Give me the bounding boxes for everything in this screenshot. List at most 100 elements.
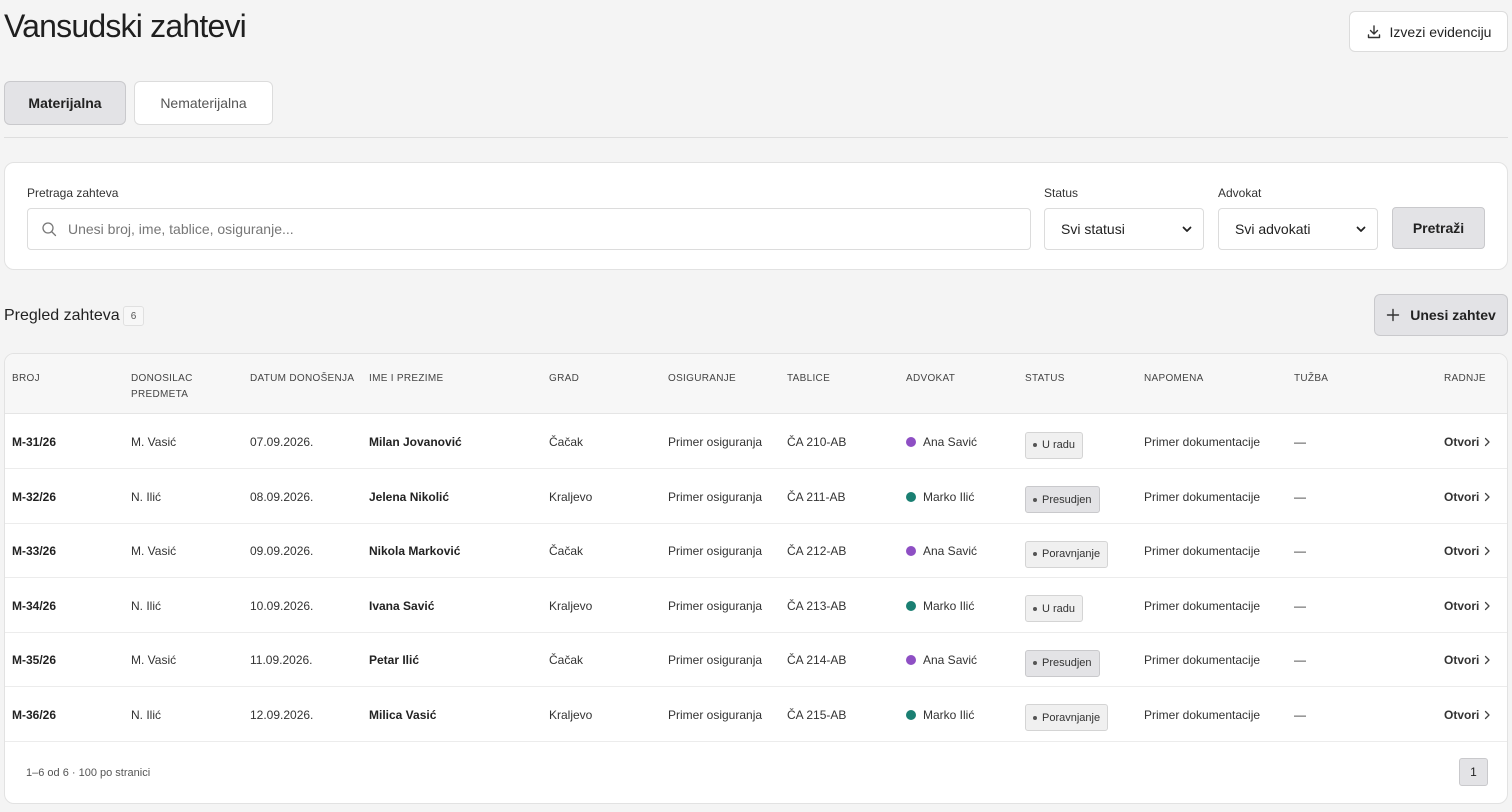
cell-grad: Kraljevo (549, 489, 593, 504)
tab-nematerijalna[interactable]: Nematerijalna (134, 81, 273, 125)
cell-donosilac: M. Vasić (131, 653, 177, 667)
cell-tablice: ČA 211-AB (787, 489, 846, 504)
chevron-right-icon (1485, 437, 1490, 447)
open-link[interactable]: Otvori (1444, 578, 1506, 632)
status-dot (1033, 443, 1037, 447)
open-link-label: Otvori (1444, 544, 1480, 558)
column-header-tuzba: TUŽBA (1294, 373, 1329, 384)
cell-broj: M-31/26 (12, 435, 57, 449)
column-header-ime: IME I PREZIME (369, 373, 444, 384)
cell-status: Poravnjanje (1025, 523, 1135, 577)
cell-ime: Milan Jovanović (369, 435, 462, 449)
status-text: Presudjen (1042, 493, 1092, 506)
lawyer-select[interactable]: Svi advokati (1218, 208, 1378, 250)
add-request-button[interactable]: Unesi zahtev (1374, 294, 1508, 336)
table-row[interactable]: M-31/26 M. Vasić 07.09.2026. Milan Jovanovi… (5, 414, 1507, 469)
cell-advokat: Marko Ilić (906, 687, 1016, 741)
cell-status: U radu (1025, 414, 1135, 468)
cell-tablice: ČA 210-AB (787, 435, 847, 449)
lawyer-color-dot (906, 600, 916, 611)
cell-tuzba: — (1294, 707, 1306, 722)
cell-donosilac: N. Ilić (131, 598, 161, 613)
cell-status: Poravnjanje (1025, 687, 1135, 741)
chevron-right-icon (1485, 492, 1490, 501)
search-field (27, 208, 1031, 250)
cell-grad: Čačak (549, 435, 584, 449)
cell-advokat: Ana Savić (906, 632, 1016, 686)
cell-ime: Milica Vasić (369, 707, 437, 722)
cell-advokat: Ana Savić (906, 523, 1016, 577)
cell-osiguranje: Primer osiguranja (668, 707, 763, 722)
lawyer-select-value: Svi advokati (1235, 221, 1311, 237)
lawyer-name: Marko Ilić (923, 707, 975, 722)
cell-tuzba: — (1294, 544, 1306, 558)
status-select[interactable]: Svi statusi (1044, 208, 1204, 250)
status-dot (1033, 497, 1037, 502)
column-header-osiguranje: OSIGURANJE (668, 373, 737, 384)
open-link[interactable]: Otvori (1444, 414, 1506, 468)
cell-datum: 07.09.2026. (250, 435, 314, 449)
chevron-down-icon (1356, 226, 1366, 232)
lawyer-name: Marko Ilić (923, 598, 975, 613)
open-link[interactable]: Otvori (1444, 687, 1506, 741)
cell-donosilac: M. Vasić (131, 544, 177, 558)
column-header-broj: BROJ (12, 373, 40, 384)
cell-advokat: Marko Ilić (906, 578, 1016, 632)
table-row[interactable]: M-36/26 N. Ilić 12.09.2026. Milica Vasić Kra… (5, 687, 1507, 742)
cell-grad: Čačak (549, 544, 584, 558)
cell-ime: Ivana Savić (369, 598, 435, 613)
cell-broj: M-36/26 (12, 707, 57, 722)
table-row[interactable]: M-32/26 N. Ilić 08.09.2026. Jelena Nikolić K… (5, 469, 1507, 524)
cell-broj: M-34/26 (12, 598, 57, 613)
export-button[interactable]: Izvezi evidenciju (1349, 11, 1508, 52)
page-button-1[interactable]: 1 (1459, 758, 1488, 786)
cell-napomena: Primer dokumentacije (1144, 653, 1261, 667)
open-link[interactable]: Otvori (1444, 523, 1506, 577)
cell-advokat: Ana Savić (906, 414, 1016, 468)
tab-materijalna[interactable]: Materijalna (4, 81, 126, 125)
lawyer-name: Ana Savić (923, 435, 978, 449)
cell-tuzba: — (1294, 598, 1306, 613)
status-text: Poravnjanje (1042, 548, 1101, 560)
cell-advokat: Marko Ilić (906, 469, 1016, 523)
lawyer-name: Ana Savić (923, 544, 978, 558)
search-label: Pretraga zahteva (27, 186, 119, 200)
table-row[interactable]: M-35/26 M. Vasić 11.09.2026. Petar Ilić Čača… (5, 632, 1507, 687)
table-header: BROJ DONOSILAC PREDMETA DATUM DONOŠENJA IME… (5, 354, 1507, 414)
cell-status: Presudjen (1025, 632, 1135, 686)
cell-tablice: ČA 212-AB (787, 544, 847, 558)
cell-grad: Kraljevo (549, 598, 593, 613)
status-label: Status (1044, 186, 1079, 200)
open-link-label: Otvori (1444, 489, 1480, 504)
cell-osiguranje: Primer osiguranja (668, 598, 763, 613)
chevron-right-icon (1485, 655, 1490, 665)
open-link[interactable]: Otvori (1444, 632, 1506, 686)
lawyer-name: Marko Ilić (923, 489, 975, 504)
open-link[interactable]: Otvori (1444, 469, 1506, 523)
cell-napomena: Primer dokumentacije (1144, 435, 1261, 449)
column-header-status: STATUS (1025, 373, 1065, 384)
export-button-label: Izvezi evidenciju (1389, 23, 1492, 40)
cell-tuzba: — (1294, 653, 1306, 667)
column-header-grad: GRAD (549, 373, 580, 384)
status-text: U radu (1042, 439, 1076, 451)
cell-tablice: ČA 214-AB (787, 653, 847, 667)
cell-napomena: Primer dokumentacije (1144, 598, 1261, 613)
column-header-tablice: TABLICE (787, 373, 831, 384)
status-dot (1033, 661, 1037, 665)
cell-datum: 08.09.2026. (250, 489, 314, 504)
status-text: Poravnjanje (1042, 711, 1101, 724)
cell-osiguranje: Primer osiguranja (668, 544, 763, 558)
lawyer-label: Advokat (1218, 186, 1262, 200)
table-row[interactable]: M-34/26 N. Ilić 10.09.2026. Ivana Savić Kral… (5, 578, 1507, 633)
lawyer-color-dot (906, 437, 916, 447)
search-button[interactable]: Pretraži (1392, 207, 1485, 249)
cell-broj: M-33/26 (12, 544, 57, 558)
table-row[interactable]: M-33/26 M. Vasić 09.09.2026. Nikola Markovi… (5, 523, 1507, 578)
cell-status: Presudjen (1025, 469, 1135, 523)
cell-osiguranje: Primer osiguranja (668, 435, 763, 449)
chevron-right-icon (1485, 601, 1490, 610)
lawyer-color-dot (906, 709, 916, 720)
status-dot (1033, 606, 1037, 611)
search-input[interactable] (28, 209, 1030, 249)
